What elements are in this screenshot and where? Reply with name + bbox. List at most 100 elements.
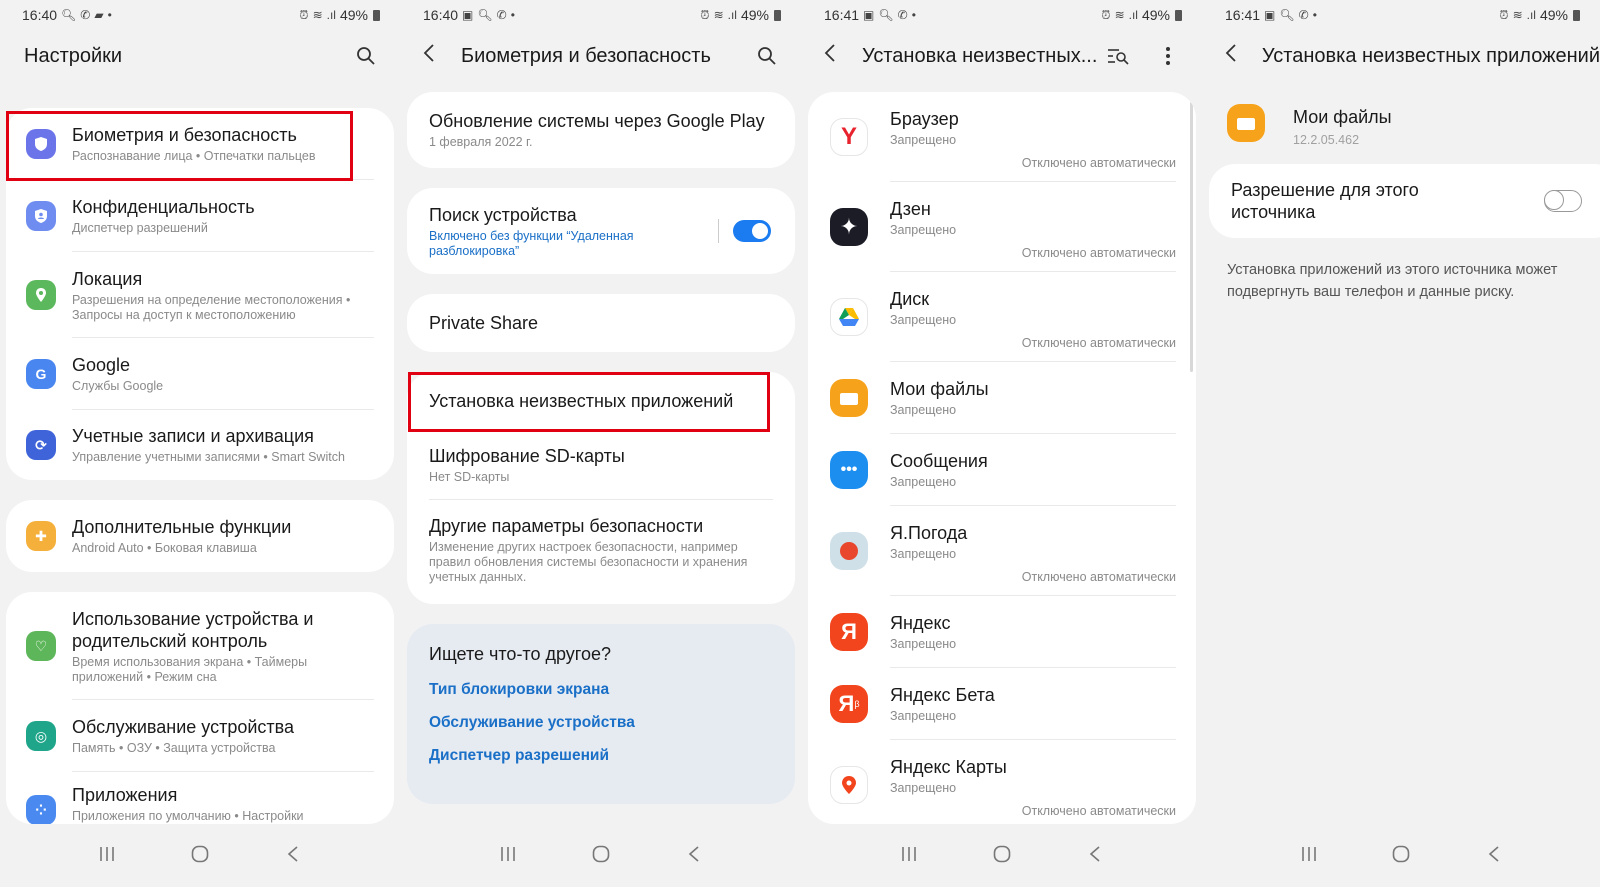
recents-button[interactable]: [1294, 839, 1324, 869]
item-subtitle: 1 февраля 2022 г.: [429, 135, 533, 149]
app-row-yandex[interactable]: Я Яндекс Запрещено: [808, 596, 1196, 668]
home-button[interactable]: [1386, 839, 1416, 869]
back-arrow-icon: [1225, 44, 1236, 62]
settings-item-wellbeing[interactable]: ♡ Использование устройства и родительски…: [6, 592, 394, 700]
home-button[interactable]: [185, 839, 215, 869]
app-row-messages[interactable]: ••• Сообщения Запрещено: [808, 434, 1196, 506]
back-nav-icon: [1488, 846, 1499, 862]
settings-item-accounts[interactable]: ⟳ Учетные записи и архивация Управление …: [6, 410, 394, 480]
item-subtitle: Время использования экрана • Таймеры при…: [72, 654, 308, 684]
app-row-zen[interactable]: ✦ Дзен Запрещено Отключено автоматически: [808, 182, 1196, 272]
settings-group-2: ✚ Дополнительные функции Android Auto • …: [6, 500, 394, 572]
settings-item-biometrics[interactable]: Биометрия и безопасность Распознавание л…: [6, 108, 394, 180]
app-row-my-files[interactable]: Мои файлы Запрещено: [808, 362, 1196, 434]
settings-item-apps[interactable]: ⁘ Приложения Приложения по умолчанию • Н…: [6, 772, 394, 824]
find-device-toggle[interactable]: [733, 220, 771, 242]
back-nav-button[interactable]: [1080, 839, 1110, 869]
app-status: Запрещено: [890, 547, 957, 561]
search-notif-icon: 🔍︎: [61, 8, 77, 22]
app-row-yandex-maps[interactable]: Яндекс Карты Запрещено Отключено автомат…: [808, 740, 1196, 824]
recents-button[interactable]: [92, 839, 122, 869]
recents-icon: [901, 847, 916, 861]
app-row-drive[interactable]: Диск Запрещено Отключено автоматически: [808, 272, 1196, 362]
back-button[interactable]: [423, 43, 447, 69]
home-button[interactable]: [586, 839, 616, 869]
private-share-item[interactable]: Private Share: [407, 294, 795, 352]
unknown-apps-item[interactable]: Установка неизвестных приложений: [407, 372, 795, 430]
search-button[interactable]: [753, 42, 781, 70]
status-time: 16:40: [423, 7, 459, 23]
settings-item-advanced[interactable]: ✚ Дополнительные функции Android Auto • …: [6, 500, 394, 572]
back-button[interactable]: [824, 43, 848, 69]
suggestion-link[interactable]: Обслуживание устройства: [429, 714, 773, 732]
page-title: Установка неизвестных...: [862, 44, 1098, 67]
gear-plus-icon: ✚: [26, 521, 56, 551]
app-name: Мои файлы: [1293, 107, 1392, 127]
search-icon: [758, 47, 776, 65]
back-nav-button[interactable]: [1479, 839, 1509, 869]
dot-icon: •: [107, 8, 112, 22]
auto-disabled-label: Отключено автоматически: [1021, 156, 1176, 170]
search-button[interactable]: [352, 42, 380, 70]
settings-item-privacy[interactable]: Конфиденциальность Диспетчер разрешений: [6, 180, 394, 252]
back-nav-button[interactable]: [679, 839, 709, 869]
suggestion-link[interactable]: Тип блокировки экрана: [429, 681, 773, 699]
suggestion-link[interactable]: Диспетчер разрешений: [429, 747, 773, 765]
recents-button[interactable]: [493, 839, 523, 869]
gp-system-update-item[interactable]: Обновление системы через Google Play 1 ф…: [407, 92, 795, 168]
back-nav-icon: [689, 846, 699, 862]
folder-icon: [1227, 104, 1265, 142]
filter-search-button[interactable]: [1104, 42, 1132, 70]
item-title: Установка неизвестных приложений: [429, 391, 734, 411]
signal-icon: .ıl: [326, 8, 336, 22]
more-options-button[interactable]: [1154, 42, 1182, 70]
page-title: Биометрия и безопасность: [461, 44, 711, 67]
settings-item-google[interactable]: G Google Службы Google: [6, 338, 394, 410]
privacy-icon: [26, 201, 56, 231]
recents-icon: [99, 847, 114, 861]
battery-percent: 49%: [1539, 7, 1568, 23]
app-row-yandex-beta[interactable]: Яβ Яндекс Бета Запрещено: [808, 668, 1196, 740]
signal-icon: .ıl: [1128, 8, 1138, 22]
app-row-weather[interactable]: Я.Погода Запрещено Отключено автоматичес…: [808, 506, 1196, 596]
find-device-item[interactable]: Поиск устройства Включено без функции “У…: [407, 188, 795, 274]
google-drive-icon: [830, 298, 868, 336]
viber-icon: ✆: [897, 8, 908, 22]
home-button[interactable]: [987, 839, 1017, 869]
back-nav-button[interactable]: [278, 839, 308, 869]
item-subtitle: Изменение других настроек безопасности, …: [429, 540, 748, 584]
recents-button[interactable]: [894, 839, 924, 869]
app-status: Запрещено: [890, 475, 957, 489]
item-subtitle: Управление учетными записями • Smart Swi…: [72, 450, 345, 464]
app-row-browser[interactable]: Y Браузер Запрещено Отключено автоматиче…: [808, 92, 1196, 182]
alarm-icon: ⏰︎: [1499, 7, 1509, 22]
care-icon: ◎: [26, 721, 56, 751]
other-security-item[interactable]: Другие параметры безопасности Изменение …: [407, 500, 795, 600]
search-notif-icon: 🔍︎: [1279, 8, 1295, 22]
sd-encryption-item[interactable]: Шифрование SD-карты Нет SD-карты: [407, 430, 795, 500]
app-name: Яндекс Карты: [890, 757, 1007, 777]
navigation-bar: [802, 839, 1202, 869]
back-arrow-icon: [423, 44, 434, 62]
divider: [718, 219, 719, 243]
item-title: Использование устройства и родительский …: [72, 608, 314, 651]
settings-item-location[interactable]: Локация Разрешения на определение местоп…: [6, 252, 394, 338]
battery-percent: 49%: [740, 7, 769, 23]
home-icon: [1393, 845, 1410, 863]
home-icon: [993, 845, 1011, 863]
dot-icon: •: [510, 8, 515, 22]
yandex-beta-icon: Яβ: [830, 685, 868, 723]
permission-item[interactable]: Разрешение для этого источника: [1209, 164, 1600, 238]
back-button[interactable]: [1225, 43, 1248, 69]
security-options-card: Установка неизвестных приложений Шифрова…: [407, 372, 795, 604]
find-device-card: Поиск устройства Включено без функции “У…: [407, 188, 795, 274]
search-icon: [357, 47, 375, 65]
battery-percent: 49%: [339, 7, 368, 23]
page-title: Установка неизвестных приложений: [1261, 44, 1600, 67]
apps-icon: ⁘: [26, 795, 56, 824]
status-bar: 16:41 ▣ 🔍︎ ✆ • ⏰︎ ≋ .ıl 49%: [1225, 4, 1580, 26]
yandex-browser-icon: Y: [830, 118, 868, 156]
permission-toggle[interactable]: [1544, 190, 1582, 212]
app-bar: Настройки: [0, 38, 400, 74]
settings-item-device-care[interactable]: ◎ Обслуживание устройства Память • ОЗУ •…: [6, 700, 394, 772]
